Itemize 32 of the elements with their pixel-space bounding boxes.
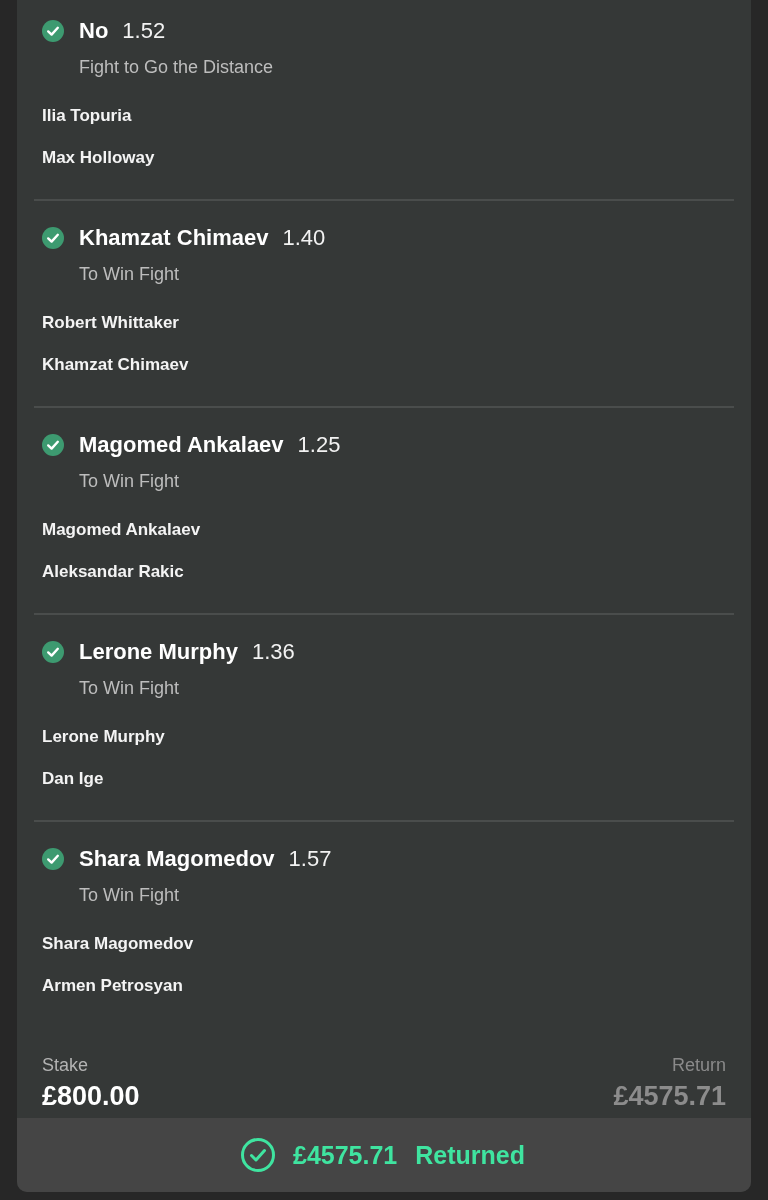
selection-name: Lerone Murphy [79,638,238,666]
odds-value: 1.25 [297,431,341,459]
return-label: Return [671,1054,726,1076]
stake-value: £800.00 [42,1080,140,1112]
market-label: To Win Fight [79,470,181,492]
selection-name: Magomed Ankalaev [79,431,284,459]
market-label: To Win Fight [79,677,181,699]
participant-name: Aleksandar Rakic [42,561,185,583]
returned-label: Returned [415,1140,525,1170]
participant-name: Armen Petrosyan [42,975,184,997]
participant-name: Magomed Ankalaev [42,519,202,541]
market-label: To Win Fight [79,884,181,906]
odds-value: 1.57 [288,845,332,873]
selection-name: Shara Magomedov [79,845,275,873]
stake-label: Stake [42,1054,89,1076]
participant-name: Shara Magomedov [42,933,195,955]
odds-value: 1.52 [122,17,166,45]
participant-name: Dan Ige [42,768,105,790]
selection-name: No [79,17,109,45]
market-label: To Win Fight [79,263,181,285]
participant-name: Max Holloway [42,147,156,169]
participant-name: Khamzat Chimaev [42,354,190,376]
participant-name: Ilia Topuria [42,105,133,127]
return-value: £4575.71 [613,1080,726,1112]
participant-name: Robert Whittaker [42,312,180,334]
participant-name: Lerone Murphy [42,726,166,748]
check-circle-icon [241,1138,275,1172]
selection-name: Khamzat Chimaev [79,224,269,252]
market-label: Fight to Go the Distance [79,56,275,78]
odds-value: 1.40 [282,224,326,252]
odds-value: 1.36 [251,638,295,666]
returned-amount: £4575.71 [293,1140,398,1170]
